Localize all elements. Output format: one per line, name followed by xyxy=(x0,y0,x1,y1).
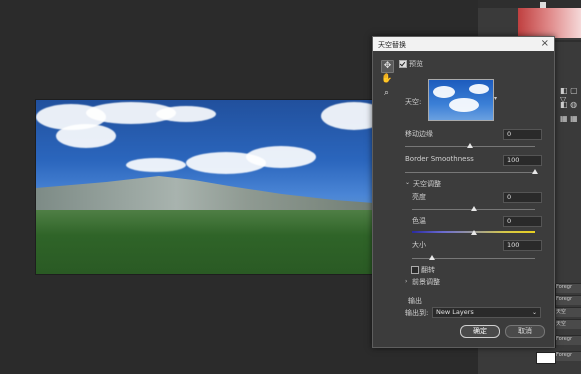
fade-edge-slider[interactable] xyxy=(405,172,535,173)
ok-button[interactable]: 确定 xyxy=(460,325,500,338)
flip-checkbox[interactable] xyxy=(411,266,419,274)
foreground-adjustments-heading[interactable]: 前景调整 xyxy=(412,277,440,287)
color-picker-field[interactable] xyxy=(518,8,581,38)
layer-thumbnail xyxy=(536,352,556,364)
layer-name: 天空 xyxy=(556,321,567,327)
cancel-button[interactable]: 取消 xyxy=(505,325,545,338)
layer-name: 天空 xyxy=(556,309,567,315)
sky-label: 天空: xyxy=(405,98,422,106)
hand-tool-icon[interactable]: ✋ xyxy=(381,74,392,85)
scale-input[interactable]: 100 xyxy=(503,240,542,251)
chevron-right-icon[interactable]: › xyxy=(405,278,407,285)
layer-name: Foregr xyxy=(556,336,573,342)
layer-row[interactable]: Foregr xyxy=(556,283,581,293)
panel-header xyxy=(478,0,581,8)
scale-slider-thumb[interactable] xyxy=(429,255,435,260)
chevron-down-icon: ⌄ xyxy=(531,309,537,316)
chevron-down-icon[interactable]: ▾ xyxy=(494,95,497,102)
brightness-label: 亮度 xyxy=(412,193,426,201)
cloud-shape xyxy=(126,158,186,172)
layer-name: Foregr xyxy=(556,352,573,358)
shift-edge-input[interactable]: 0 xyxy=(503,129,542,140)
fade-edge-slider-thumb[interactable] xyxy=(532,169,538,174)
mountain-range xyxy=(36,176,387,212)
shift-edge-label: 移动边缘 xyxy=(405,130,433,138)
chevron-down-icon[interactable]: ⌄ xyxy=(405,179,410,186)
dialog-titlebar[interactable]: 天空替换 × xyxy=(373,37,554,51)
sky-preset-thumbnail[interactable] xyxy=(428,79,494,121)
move-tool-icon[interactable]: ✥ xyxy=(381,60,394,73)
layer-row[interactable]: Foregr xyxy=(556,295,581,305)
layer-row[interactable]: Foregr xyxy=(556,351,581,361)
layer-row[interactable]: Foregr xyxy=(556,335,581,345)
meadow xyxy=(36,210,387,274)
zoom-tool-icon[interactable]: ⌕ xyxy=(381,88,392,99)
brightness-slider-thumb[interactable] xyxy=(470,206,477,211)
layer-row[interactable]: 天空 xyxy=(556,319,581,329)
cloud-shape xyxy=(449,98,479,112)
fade-edge-label: Border Smoothness xyxy=(405,155,474,163)
flip-label: 翻转 xyxy=(421,266,435,274)
output-to-label: 输出到: xyxy=(405,309,429,317)
cloud-shape xyxy=(156,106,216,122)
scale-label: 大小 xyxy=(412,241,426,249)
adjust-icon[interactable]: ▦ ▦ xyxy=(560,114,578,123)
temperature-input[interactable]: 0 xyxy=(503,216,542,227)
output-to-value: New Layers xyxy=(436,308,474,316)
panel-tab-icon[interactable] xyxy=(540,2,546,8)
cloud-shape xyxy=(433,86,455,98)
preview-checkbox[interactable] xyxy=(399,60,407,68)
temperature-label: 色温 xyxy=(412,217,426,225)
cloud-shape xyxy=(469,84,489,94)
document-canvas[interactable] xyxy=(35,99,388,275)
close-icon[interactable]: × xyxy=(541,38,549,49)
temperature-slider-thumb[interactable] xyxy=(470,230,477,235)
layer-name: Foregr xyxy=(556,284,573,290)
layer-name: Foregr xyxy=(556,296,573,302)
brightness-input[interactable]: 0 xyxy=(503,192,542,203)
fade-edge-input[interactable]: 100 xyxy=(503,155,542,166)
layer-row[interactable]: 天空 xyxy=(556,307,581,317)
output-to-select[interactable]: New Layers ⌄ xyxy=(432,307,541,318)
cloud-shape xyxy=(246,146,316,168)
dialog-title: 天空替换 xyxy=(378,41,406,49)
adjust-icon[interactable]: ◧ ◍ xyxy=(560,100,577,109)
cloud-shape xyxy=(56,124,116,148)
sky-adjustments-heading[interactable]: 天空调整 xyxy=(413,179,441,189)
preview-label: 预览 xyxy=(409,60,423,68)
output-heading: 输出 xyxy=(408,297,422,305)
shift-edge-slider-thumb[interactable] xyxy=(467,143,473,148)
